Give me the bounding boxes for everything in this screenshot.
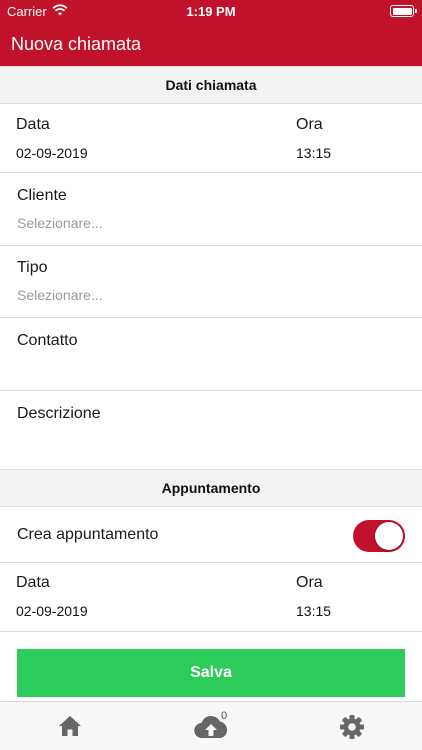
client-select[interactable]: Selezionare...	[17, 215, 103, 231]
tab-home[interactable]	[30, 702, 110, 750]
appointment-time-label: Ora	[296, 574, 323, 591]
section-header-call-data: Dati chiamata	[0, 66, 422, 104]
contact-row[interactable]: Contatto	[0, 318, 422, 391]
create-appointment-label: Crea appuntamento	[17, 526, 159, 543]
contact-input[interactable]	[17, 358, 405, 380]
create-appointment-toggle[interactable]	[353, 520, 405, 552]
tab-bar: 0	[0, 701, 422, 750]
appointment-date-field[interactable]: 02-09-2019	[16, 603, 88, 619]
status-time: 1:19 PM	[186, 4, 236, 19]
appointment-date-time-row: Data 02-09-2019 Ora 13:15	[0, 563, 422, 632]
tab-settings[interactable]	[311, 702, 391, 750]
type-label: Tipo	[17, 259, 48, 276]
type-select[interactable]: Selezionare...	[17, 287, 103, 303]
client-row[interactable]: Cliente Selezionare...	[0, 173, 422, 246]
appointment-time-field[interactable]: 13:15	[296, 603, 331, 619]
tab-sync[interactable]: 0	[171, 702, 251, 750]
battery-icon	[390, 5, 417, 17]
appointment-date-label: Data	[16, 574, 50, 591]
call-time-label: Ora	[296, 116, 323, 133]
status-bar: Carrier 1:19 PM	[0, 0, 422, 22]
type-row[interactable]: Tipo Selezionare...	[0, 246, 422, 318]
create-appointment-row: Crea appuntamento	[0, 507, 422, 563]
sync-count-badge: 0	[221, 710, 228, 722]
call-date-field[interactable]: 02-09-2019	[16, 145, 88, 161]
call-date-label: Data	[16, 116, 50, 133]
call-time-field[interactable]: 13:15	[296, 145, 331, 161]
description-input[interactable]	[17, 431, 405, 461]
client-label: Cliente	[17, 187, 67, 204]
nav-bar: Nuova chiamata	[0, 22, 422, 66]
section-header-appointment: Appuntamento	[0, 469, 422, 507]
description-row[interactable]: Descrizione	[0, 391, 422, 469]
gear-icon	[340, 715, 364, 739]
toggle-knob	[375, 522, 403, 550]
contact-label: Contatto	[17, 332, 78, 349]
call-date-time-row: Data 02-09-2019 Ora 13:15	[0, 104, 422, 173]
save-button[interactable]: Salva	[17, 649, 405, 697]
page-title: Nuova chiamata	[11, 34, 142, 54]
home-icon	[59, 716, 81, 736]
description-label: Descrizione	[17, 405, 101, 422]
